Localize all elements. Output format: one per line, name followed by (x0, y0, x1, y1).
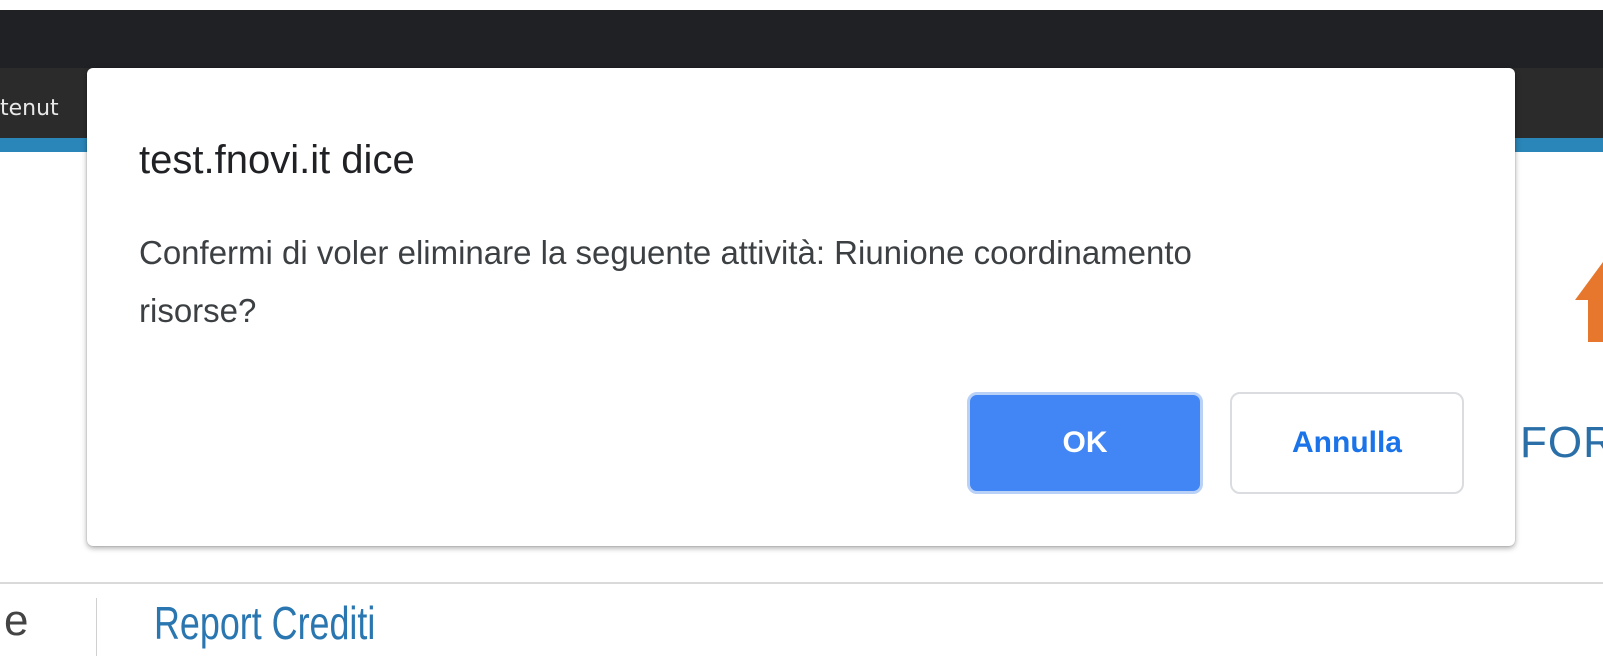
browser-chrome-bar (0, 10, 1603, 68)
sidebar-divider (96, 598, 97, 656)
ok-button[interactable]: OK (967, 392, 1203, 494)
sidebar-text-fragment: e (4, 596, 29, 645)
logo-arrow-stem-icon (1588, 300, 1603, 342)
confirm-dialog: test.fnovi.it dice Confermi di voler eli… (87, 68, 1515, 546)
page-heading-fragment: FOR (1520, 418, 1603, 467)
dialog-title: test.fnovi.it dice (139, 138, 415, 182)
cancel-button[interactable]: Annulla (1230, 392, 1464, 494)
report-title: Report Crediti (154, 597, 376, 649)
section-divider (0, 582, 1603, 584)
dialog-message: Confermi di voler eliminare la seguente … (139, 234, 1192, 329)
top-margin (0, 0, 1603, 10)
header-menu-text[interactable]: tenut (0, 96, 59, 121)
logo-arrow-icon (1575, 262, 1603, 300)
